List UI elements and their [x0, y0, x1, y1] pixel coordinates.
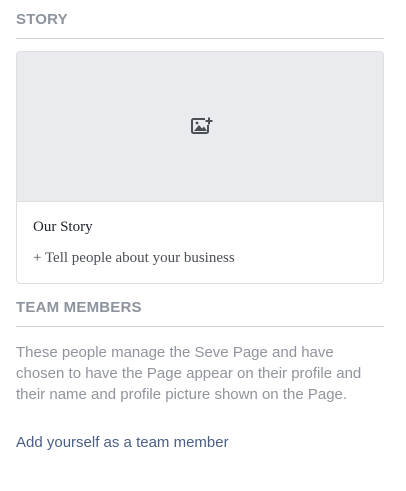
story-title: Our Story — [33, 219, 93, 235]
story-cover-placeholder[interactable] — [17, 52, 383, 202]
story-section-header: STORY — [16, 10, 384, 39]
tell-people-link[interactable]: + Tell people about your business — [33, 250, 235, 267]
story-card[interactable]: Our Story + Tell people about your busin… — [16, 51, 384, 284]
add-photo-icon[interactable] — [191, 115, 213, 135]
team-members-description: These people manage the Seve Page and ha… — [16, 344, 362, 403]
team-members-section-header: TEAM MEMBERS — [16, 298, 384, 327]
add-team-member-link[interactable]: Add yourself as a team member — [16, 434, 229, 451]
